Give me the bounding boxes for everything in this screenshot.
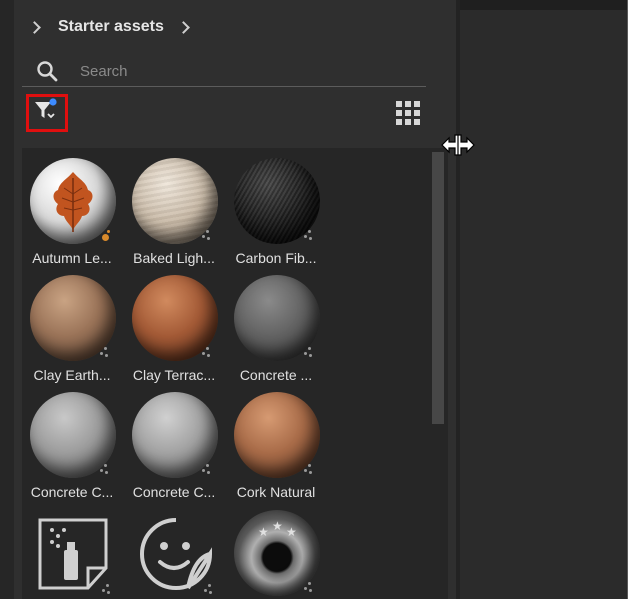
procedural-badge-icon: [200, 464, 212, 476]
procedural-badge-icon: [302, 464, 314, 476]
scrollbar-thumb[interactable]: [432, 152, 444, 424]
asset-label: Concrete C...: [132, 484, 216, 500]
search-bar: [22, 58, 426, 87]
procedural-badge-icon: [202, 584, 214, 596]
viewport-topbar: [460, 0, 627, 10]
favorite-badge-icon: [98, 230, 110, 242]
asset-label: Concrete C...: [30, 484, 114, 500]
procedural-badge-icon: [100, 584, 112, 596]
breadcrumb: Starter assets: [24, 14, 194, 40]
asset-label: Cork Natural: [236, 484, 316, 500]
grid-view-icon: [396, 101, 420, 125]
asset-label: Clay Earth...: [33, 367, 111, 383]
resize-cursor-icon: [440, 132, 476, 158]
asset-label: Concrete ...: [239, 367, 313, 383]
svg-text:★: ★: [272, 519, 283, 533]
breadcrumb-back-chevron-icon[interactable]: [24, 20, 44, 34]
viewport-area: [460, 0, 627, 599]
procedural-badge-icon: [200, 347, 212, 359]
procedural-badge-icon: [98, 347, 110, 359]
procedural-badge-icon: [302, 230, 314, 242]
filter-icon: [32, 97, 62, 130]
procedural-badge-icon: [98, 464, 110, 476]
left-edge-strip: [0, 0, 15, 599]
svg-text:★: ★: [286, 525, 297, 539]
asset-grid: Autumn Le... Baked Ligh... Carbon Fib...…: [22, 148, 448, 599]
breadcrumb-next-chevron-icon[interactable]: [174, 20, 194, 34]
asset-label: Clay Terrac...: [132, 367, 216, 383]
grid-view-button[interactable]: [392, 98, 424, 128]
asset-label: Baked Ligh...: [133, 250, 215, 266]
procedural-badge-icon: [200, 230, 212, 242]
vertical-scrollbar[interactable]: [430, 150, 446, 599]
asset-label: Autumn Le...: [32, 250, 112, 266]
svg-text:★: ★: [258, 525, 269, 539]
procedural-badge-icon: [302, 582, 314, 594]
procedural-badge-icon: [302, 347, 314, 359]
breadcrumb-current[interactable]: Starter assets: [58, 18, 164, 36]
asset-label: Carbon Fib...: [235, 250, 317, 266]
search-input[interactable]: [80, 60, 410, 82]
search-icon: [36, 60, 58, 82]
filter-button[interactable]: [26, 94, 68, 132]
